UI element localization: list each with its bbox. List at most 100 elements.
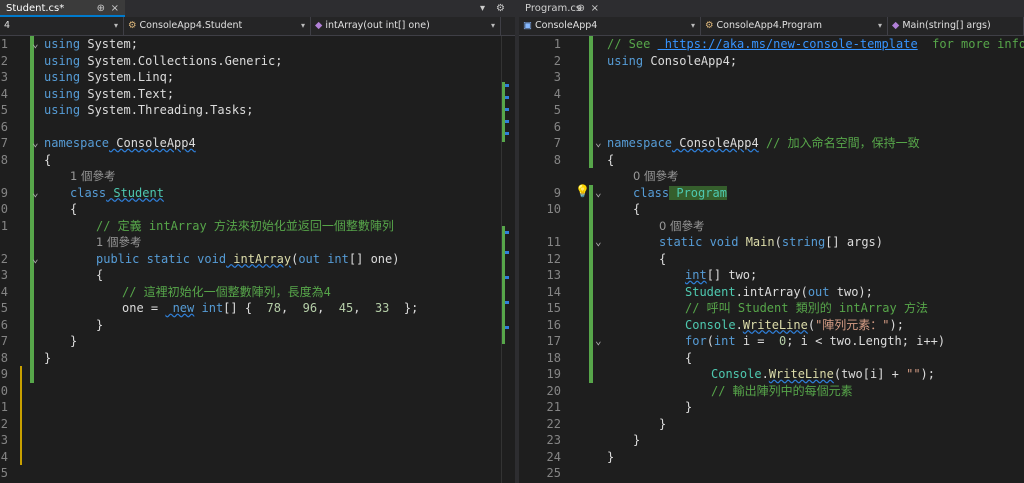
code-token: 96 (295, 301, 318, 315)
code-line: 3{ (0, 267, 515, 284)
code-line: 1 ⌄ using System; (0, 36, 515, 53)
scroll-marker (505, 301, 509, 304)
code-line: 16 Console.WriteLine("陣列元素："); (519, 317, 1024, 334)
chevron-down-icon: ▾ (877, 21, 882, 30)
chevron-down-icon[interactable]: ⌄ (32, 251, 39, 268)
project-dropdown[interactable]: ▣ ConsoleApp4 ▾ (519, 17, 701, 35)
reference-count-link[interactable]: 0 個參考 (633, 168, 678, 185)
chevron-down-icon[interactable]: ⌄ (595, 333, 602, 350)
code-line: 20 // 輸出陣列中的每個元素 (519, 383, 1024, 400)
reference-count-link[interactable]: 1 個參考 (70, 168, 115, 185)
code-line: 4 (519, 86, 1024, 103)
vertical-scrollbar[interactable] (501, 36, 515, 483)
class-dropdown[interactable]: ⚙ ConsoleApp4.Student ▾ (124, 17, 311, 35)
close-icon[interactable]: × (111, 0, 119, 17)
line-number: 4 (553, 86, 561, 101)
chevron-down-icon: ▾ (113, 21, 118, 30)
code-token: } (70, 334, 78, 348)
code-token: // 輸出陣列中的每個元素 (711, 383, 853, 398)
code-line: 17 ⌄ for(int i = 0; i < two.Length; i++) (519, 333, 1024, 350)
chevron-down-icon[interactable]: ⌄ (32, 36, 39, 53)
chevron-down-icon: ▾ (690, 21, 695, 30)
code-text: namespace ConsoleApp4 (44, 135, 196, 152)
reference-count-link[interactable]: 1 個參考 (96, 234, 141, 251)
editor-pane-student: Student.cs* ⊕ × ▾ ⚙ 4 ▾ ⚙ ConsoleApp4.Stu… (0, 0, 515, 483)
code-token: Main (738, 235, 775, 249)
code-token: [] { (223, 301, 260, 315)
member-dropdown[interactable]: ◆ intArray(out int[] one) ▾ (311, 17, 501, 35)
gear-icon[interactable]: ⚙ (496, 0, 505, 17)
line-number: 2 (0, 416, 8, 431)
method-icon: ◆ (892, 20, 903, 31)
code-line: 14 Student.intArray(out two); (519, 284, 1024, 301)
code-line: 2 (0, 416, 515, 433)
codelens-hint-row: 1 個參考 (0, 234, 515, 251)
code-line: 7 ⌄ namespace ConsoleApp4 // 加入命名空間，保持一致 (519, 135, 1024, 152)
code-token: // See (607, 37, 658, 51)
scroll-marker (505, 120, 509, 123)
line-number: 4 (0, 86, 8, 101)
code-token: for more information (932, 37, 1024, 51)
line-number: 8 (0, 350, 8, 365)
scroll-marker (505, 231, 509, 234)
code-text: } (685, 399, 692, 416)
code-line: 4 using System.Text; (0, 86, 515, 103)
line-number: 14 (546, 284, 561, 299)
code-token: ); (889, 317, 904, 332)
pin-icon[interactable]: ⊕ (97, 0, 105, 17)
chevron-down-icon[interactable]: ⌄ (595, 185, 602, 202)
member-dropdown[interactable]: ◆ Main(string[] args) (888, 17, 1024, 35)
reference-count-link[interactable]: 0 個參考 (659, 218, 704, 235)
line-number: 1 (0, 218, 8, 233)
code-line: 10 { (519, 201, 1024, 218)
chevron-down-icon[interactable]: ⌄ (32, 135, 39, 152)
code-text: { (659, 251, 666, 268)
chevron-down-icon[interactable]: ⌄ (595, 135, 602, 152)
tab-student-cs[interactable]: Student.cs* ⊕ × (0, 0, 125, 17)
line-number: 12 (546, 251, 561, 266)
code-line: 9 (0, 366, 515, 383)
line-number: 20 (546, 383, 561, 398)
code-editor[interactable]: 1 // See https://aka.ms/new-console-templ… (519, 36, 1024, 483)
tab-list-dropdown-icon[interactable]: ▾ (480, 0, 485, 17)
close-icon[interactable]: × (591, 0, 599, 17)
line-number: 3 (0, 70, 8, 84)
code-line: 5 (0, 465, 515, 482)
line-number: 0 (0, 202, 8, 216)
line-number: 18 (546, 350, 561, 365)
code-token: . (761, 367, 769, 381)
code-token: ConsoleApp4; (643, 53, 738, 68)
chevron-down-icon[interactable]: ⌄ (595, 234, 602, 251)
code-line: 1 (0, 399, 515, 416)
line-number: 9 (0, 185, 8, 200)
code-token: , (280, 301, 296, 315)
code-token: }; (389, 301, 419, 315)
chevron-down-icon: ▾ (490, 21, 495, 30)
code-token: ConsoleApp4 (672, 136, 759, 150)
code-line: 0{ (0, 201, 515, 218)
code-text: // 輸出陣列中的每個元素 (711, 383, 853, 400)
code-editor[interactable]: 1 ⌄ using System; 2 using System.Collections… (0, 36, 515, 483)
code-line: 6 (519, 119, 1024, 136)
code-line: 4 (0, 449, 515, 466)
code-token: using (44, 53, 81, 68)
code-line: 4 // 這裡初始化一個整數陣列，長度為4 (0, 284, 515, 301)
line-number: 1 (0, 37, 8, 51)
scroll-marker (505, 132, 509, 135)
line-number: 6 (0, 317, 8, 332)
line-number: 2 (553, 53, 561, 68)
code-token: [] one) (348, 251, 400, 266)
line-number: 22 (546, 416, 561, 431)
class-dropdown[interactable]: ⚙ ConsoleApp4.Program ▾ (701, 17, 888, 35)
code-token: ( (774, 235, 782, 249)
code-token: ; i < two.Length; i++) (786, 334, 946, 348)
chevron-down-icon[interactable]: ⌄ (32, 185, 39, 202)
tab-program-cs[interactable]: Program.cs ⊕ × (519, 0, 605, 17)
line-number: 7 (0, 334, 8, 348)
pin-icon[interactable]: ⊕ (577, 0, 585, 17)
lightbulb-icon[interactable]: 💡 (575, 184, 590, 198)
project-dropdown[interactable]: 4 ▾ (0, 17, 124, 35)
code-token: class (633, 185, 670, 200)
class-label: ConsoleApp4.Program (716, 20, 822, 31)
code-text: Student.intArray(out two); (685, 284, 873, 301)
